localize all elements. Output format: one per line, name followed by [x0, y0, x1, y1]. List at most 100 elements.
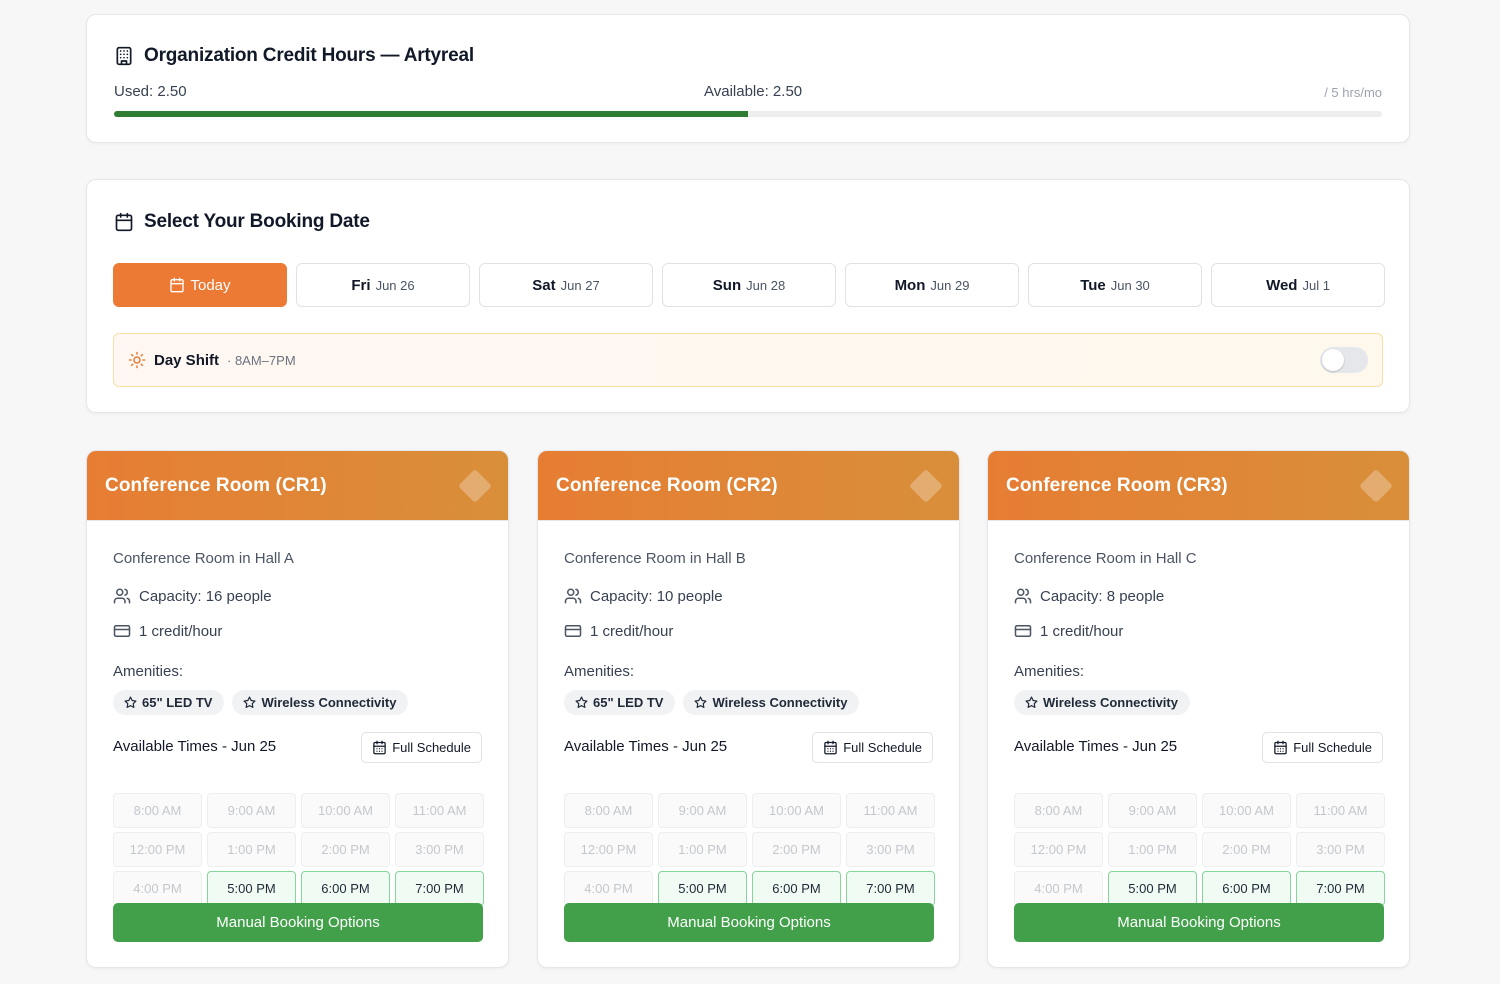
- time-slot: 3:00 PM: [1296, 832, 1385, 867]
- amenities-label: Amenities:: [564, 663, 635, 680]
- credit-hours-title: Organization Credit Hours — Artyreal: [114, 45, 474, 67]
- calendar-icon: [373, 740, 386, 755]
- room-card-cr1: Conference Room (CR1) Conference Room in…: [86, 450, 509, 968]
- date-button-sun[interactable]: Sun Jun 28: [662, 263, 836, 307]
- credit-hours-card: Organization Credit Hours — Artyreal Use…: [86, 14, 1410, 143]
- star-icon: [694, 696, 707, 708]
- room-capacity: Capacity: 16 people: [113, 587, 272, 605]
- credit-card-icon: [1014, 625, 1032, 637]
- amenities-list: 65" LED TV Wireless Connectivity: [564, 690, 860, 715]
- room-rate: 1 credit/hour: [1014, 622, 1123, 640]
- time-slot: 10:00 AM: [1202, 793, 1291, 828]
- date-button-mon[interactable]: Mon Jun 29: [845, 263, 1019, 307]
- shift-toggle[interactable]: [1320, 347, 1368, 373]
- date-today-button[interactable]: Today: [113, 263, 287, 307]
- room-description: Conference Room in Hall A: [113, 550, 294, 567]
- room-description: Conference Room in Hall B: [564, 550, 746, 567]
- day-date: Jun 30: [1110, 277, 1150, 293]
- time-slot[interactable]: 6:00 PM: [301, 871, 390, 906]
- time-slot[interactable]: 7:00 PM: [1296, 871, 1385, 906]
- time-slot[interactable]: 7:00 PM: [846, 871, 935, 906]
- time-slot: 3:00 PM: [846, 832, 935, 867]
- day-of-week: Sun: [712, 276, 742, 294]
- full-schedule-button[interactable]: Full Schedule: [361, 732, 482, 763]
- room-title: Conference Room (CR3): [1006, 474, 1228, 496]
- amenity-chip: 65" LED TV: [564, 690, 676, 715]
- amenities-label: Amenities:: [113, 663, 184, 680]
- time-slot: 12:00 PM: [1014, 832, 1103, 867]
- room-title: Conference Room (CR1): [105, 474, 327, 496]
- booking-date-title-text: Select Your Booking Date: [144, 211, 370, 232]
- room-rate: 1 credit/hour: [113, 622, 222, 640]
- amenities-list: 65" LED TV Wireless Connectivity: [113, 690, 409, 715]
- room-capacity: Capacity: 8 people: [1014, 587, 1164, 605]
- time-slot: 9:00 AM: [1108, 793, 1197, 828]
- time-slot-grid: 8:00 AM 9:00 AM 10:00 AM 11:00 AM 12:00 PM 1:…: [1014, 793, 1385, 906]
- time-slot: 3:00 PM: [395, 832, 484, 867]
- time-slot: 2:00 PM: [752, 832, 841, 867]
- time-slot: 4:00 PM: [564, 871, 653, 906]
- available-times-title: Available Times - Jun 25: [564, 738, 728, 755]
- time-slot[interactable]: 5:00 PM: [1108, 871, 1197, 906]
- time-slot-grid: 8:00 AM 9:00 AM 10:00 AM 11:00 AM 12:00 PM 1:…: [564, 793, 935, 906]
- time-slot[interactable]: 6:00 PM: [752, 871, 841, 906]
- day-date: Jun 26: [375, 277, 415, 293]
- manual-booking-button[interactable]: Manual Booking Options: [1014, 903, 1384, 942]
- monthly-limit-label: / 5 hrs/mo: [1324, 85, 1382, 100]
- time-slot: 10:00 AM: [301, 793, 390, 828]
- time-slot[interactable]: 6:00 PM: [1202, 871, 1291, 906]
- room-header: Conference Room (CR2): [538, 451, 959, 521]
- diamond-icon: [909, 469, 943, 503]
- star-icon: [575, 696, 588, 708]
- credit-hours-title-text: Organization Credit Hours — Artyreal: [144, 45, 474, 66]
- full-schedule-button[interactable]: Full Schedule: [812, 732, 933, 763]
- time-slot: 8:00 AM: [1014, 793, 1103, 828]
- day-date: Jun 29: [930, 277, 970, 293]
- full-schedule-label: Full Schedule: [392, 740, 471, 755]
- date-button-tue[interactable]: Tue Jun 30: [1028, 263, 1202, 307]
- day-of-week: Mon: [894, 276, 926, 294]
- time-slot: 2:00 PM: [301, 832, 390, 867]
- users-icon: [113, 588, 131, 604]
- room-description: Conference Room in Hall C: [1014, 550, 1197, 567]
- time-slot: 1:00 PM: [658, 832, 747, 867]
- date-button-wed[interactable]: Wed Jul 1: [1211, 263, 1385, 307]
- date-selector: Today Fri Jun 26 Sat Jun 27 Sun Jun 28 M…: [113, 263, 1385, 307]
- full-schedule-button[interactable]: Full Schedule: [1262, 732, 1383, 763]
- amenity-text: 65" LED TV: [142, 695, 213, 710]
- diamond-icon: [1359, 469, 1393, 503]
- amenity-text: Wireless Connectivity: [712, 695, 848, 710]
- date-button-fri[interactable]: Fri Jun 26: [296, 263, 470, 307]
- time-slot[interactable]: 5:00 PM: [658, 871, 747, 906]
- room-rate: 1 credit/hour: [564, 622, 673, 640]
- capacity-text: Capacity: 10 people: [590, 587, 723, 605]
- credit-card-icon: [564, 625, 582, 637]
- calendar-icon: [170, 277, 185, 293]
- date-button-sat[interactable]: Sat Jun 27: [479, 263, 653, 307]
- room-capacity: Capacity: 10 people: [564, 587, 723, 605]
- star-icon: [243, 696, 256, 708]
- time-slot[interactable]: 5:00 PM: [207, 871, 296, 906]
- amenities-label: Amenities:: [1014, 663, 1085, 680]
- time-slot[interactable]: 7:00 PM: [395, 871, 484, 906]
- building-icon: [116, 46, 132, 66]
- day-date: Jun 28: [746, 277, 786, 293]
- time-slot: 1:00 PM: [1108, 832, 1197, 867]
- manual-booking-button[interactable]: Manual Booking Options: [564, 903, 934, 942]
- booking-date-card: Select Your Booking Date Today Fri Jun 2…: [86, 179, 1410, 413]
- day-of-week: Wed: [1266, 276, 1298, 294]
- manual-booking-button[interactable]: Manual Booking Options: [113, 903, 483, 942]
- full-schedule-label: Full Schedule: [1293, 740, 1372, 755]
- amenity-chip: 65" LED TV: [113, 690, 225, 715]
- room-card-cr2: Conference Room (CR2) Conference Room in…: [537, 450, 960, 968]
- time-slot: 8:00 AM: [113, 793, 202, 828]
- time-slot-grid: 8:00 AM 9:00 AM 10:00 AM 11:00 AM 12:00 PM 1:…: [113, 793, 484, 906]
- day-of-week: Sat: [532, 276, 556, 294]
- rate-text: 1 credit/hour: [1040, 622, 1124, 640]
- amenity-text: Wireless Connectivity: [261, 695, 397, 710]
- users-icon: [564, 588, 582, 604]
- capacity-text: Capacity: 8 people: [1040, 587, 1165, 605]
- time-slot: 10:00 AM: [752, 793, 841, 828]
- calendar-icon: [824, 740, 837, 755]
- diamond-icon: [458, 469, 492, 503]
